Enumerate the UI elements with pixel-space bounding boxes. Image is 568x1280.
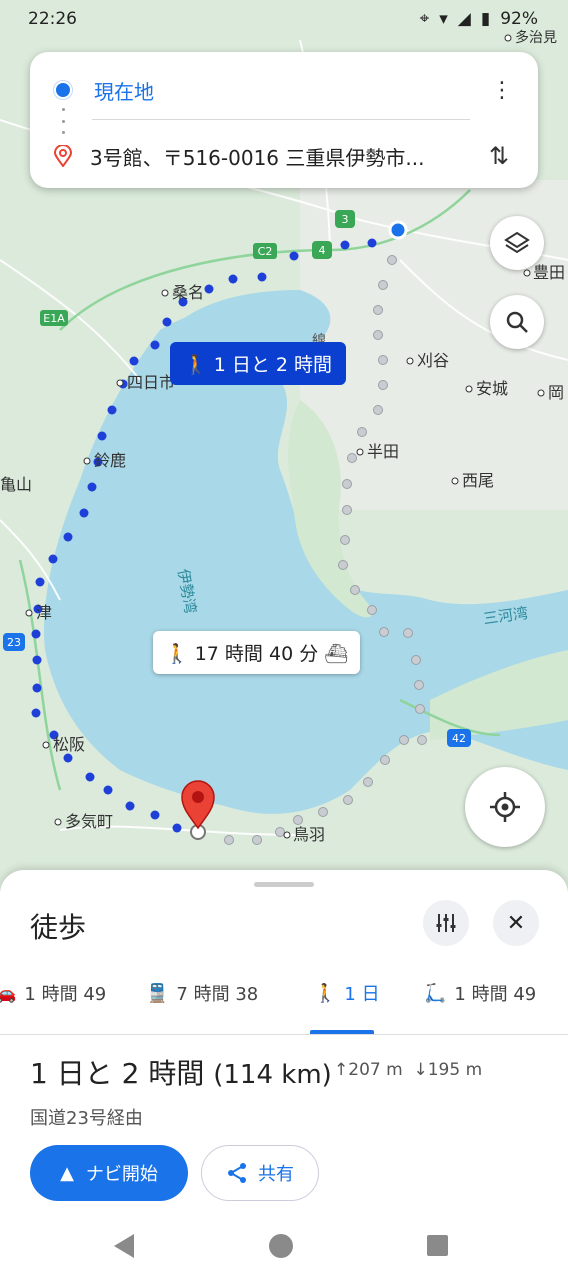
back-icon[interactable] xyxy=(114,1234,134,1258)
active-tab-indicator xyxy=(310,1030,374,1034)
home-icon[interactable] xyxy=(269,1234,293,1258)
destination-marker-icon xyxy=(54,145,72,167)
car-icon: 🚗 xyxy=(0,982,17,1004)
signal-icon: ◢ xyxy=(457,9,471,29)
travel-mode-tabs: 🚗 1 時間 49 🚆 7 時間 38 🚶 1 日 🛴 1 時間 49 xyxy=(0,974,568,1035)
road-23-label: 23 xyxy=(7,636,21,649)
place-kameyama: 亀山 xyxy=(0,475,32,494)
place-taki: 多気町 xyxy=(65,812,113,831)
walk-icon: 🚶 xyxy=(314,982,337,1004)
road-4-label: 4 xyxy=(319,244,326,257)
place-yokkaichi: 四日市 xyxy=(127,373,175,392)
battery-level: 92% xyxy=(500,9,538,29)
elevation-info: ↑207 m ↓195 m xyxy=(334,1060,482,1080)
start-navigation-button[interactable]: ▲ ナビ開始 xyxy=(30,1145,188,1201)
descent-value: 195 m xyxy=(427,1060,483,1080)
ride-icon: 🛴 xyxy=(424,982,447,1004)
ascent-value: 207 m xyxy=(348,1060,403,1080)
status-bar: 22:26 ⌖ ▾ ◢ ▮ 92% xyxy=(0,6,568,34)
place-matsusaka: 松阪 xyxy=(53,735,85,754)
search-button[interactable] xyxy=(490,295,544,349)
alt-route-label[interactable]: 🚶 17 時間 40 分 ⛴ xyxy=(153,631,361,674)
share-button[interactable]: 共有 xyxy=(201,1145,319,1201)
road-c2-label: C2 xyxy=(258,245,273,258)
close-button[interactable]: ✕ xyxy=(493,900,539,946)
arrow-up-icon: ↑ xyxy=(334,1060,349,1080)
road-e1a-label: E1A xyxy=(43,312,65,325)
search-icon xyxy=(506,311,528,333)
navigation-arrow-icon: ▲ xyxy=(60,1162,74,1184)
route-card: 現在地 ⋮ 3号館、〒516-0016 三重県伊勢市... ⇅ xyxy=(30,52,538,188)
ferry-icon: ⛴ xyxy=(324,643,349,665)
tune-icon xyxy=(436,914,456,932)
place-anjo: 安城 xyxy=(476,379,508,398)
place-toba: 鳥羽 xyxy=(293,825,325,844)
route-duration: 1 日と 2 時間 xyxy=(30,1057,205,1090)
place-kuwana: 桑名 xyxy=(172,283,204,302)
arrow-down-icon: ↓ xyxy=(413,1060,428,1080)
place-toyota: 豊田 xyxy=(533,263,565,282)
location-icon: ⌖ xyxy=(419,9,430,29)
train-icon: 🚆 xyxy=(146,982,169,1004)
route-via: 国道23号経由 xyxy=(30,1108,143,1129)
layers-button[interactable] xyxy=(490,216,544,270)
tab-walk[interactable]: 🚶 1 日 xyxy=(314,980,380,1006)
route-distance: (114 km) xyxy=(213,1060,332,1090)
place-nishio: 西尾 xyxy=(462,471,494,490)
walk-icon: 🚶 xyxy=(184,354,208,376)
place-tsu: 津 xyxy=(36,603,52,622)
road-3-label: 3 xyxy=(342,213,349,226)
destination-field[interactable]: 3号館、〒516-0016 三重県伊勢市... xyxy=(90,142,484,171)
tab-drive[interactable]: 🚗 1 時間 49 xyxy=(0,980,106,1006)
travel-mode-title: 徒歩 xyxy=(30,911,87,944)
road-42-label: 42 xyxy=(452,732,466,745)
origin-field[interactable]: 現在地 xyxy=(94,76,490,105)
field-divider xyxy=(92,119,470,120)
place-handa: 半田 xyxy=(367,442,399,461)
close-icon: ✕ xyxy=(506,910,526,936)
route-connector xyxy=(62,108,66,134)
selected-route-label[interactable]: 🚶 1 日と 2 時間 xyxy=(170,342,347,385)
place-oka: 岡 xyxy=(548,383,564,402)
walk-icon: 🚶 xyxy=(165,643,189,665)
swap-icon[interactable]: ⇅ xyxy=(484,142,514,170)
recents-icon[interactable] xyxy=(427,1235,448,1256)
share-icon xyxy=(228,1163,246,1183)
wifi-icon: ▾ xyxy=(439,9,448,29)
battery-icon: ▮ xyxy=(480,9,491,29)
place-suzuka: 鈴鹿 xyxy=(94,451,126,470)
origin-dot-icon xyxy=(54,81,72,99)
tab-transit[interactable]: 🚆 7 時間 38 xyxy=(146,980,258,1006)
sheet-drag-handle[interactable] xyxy=(254,882,314,887)
tab-ride[interactable]: 🛴 1 時間 49 xyxy=(424,980,536,1006)
status-time: 22:26 xyxy=(28,9,77,29)
place-kariya: 刈谷 xyxy=(417,351,449,370)
my-location-button[interactable] xyxy=(465,767,545,847)
more-options-icon[interactable]: ⋮ xyxy=(490,78,514,103)
my-location-icon xyxy=(490,792,520,822)
layers-icon xyxy=(504,231,530,254)
route-summary: 1 日と 2 時間 (114 km) xyxy=(30,1052,332,1092)
route-options-button[interactable] xyxy=(423,900,469,946)
system-navigation-bar xyxy=(114,1234,448,1258)
